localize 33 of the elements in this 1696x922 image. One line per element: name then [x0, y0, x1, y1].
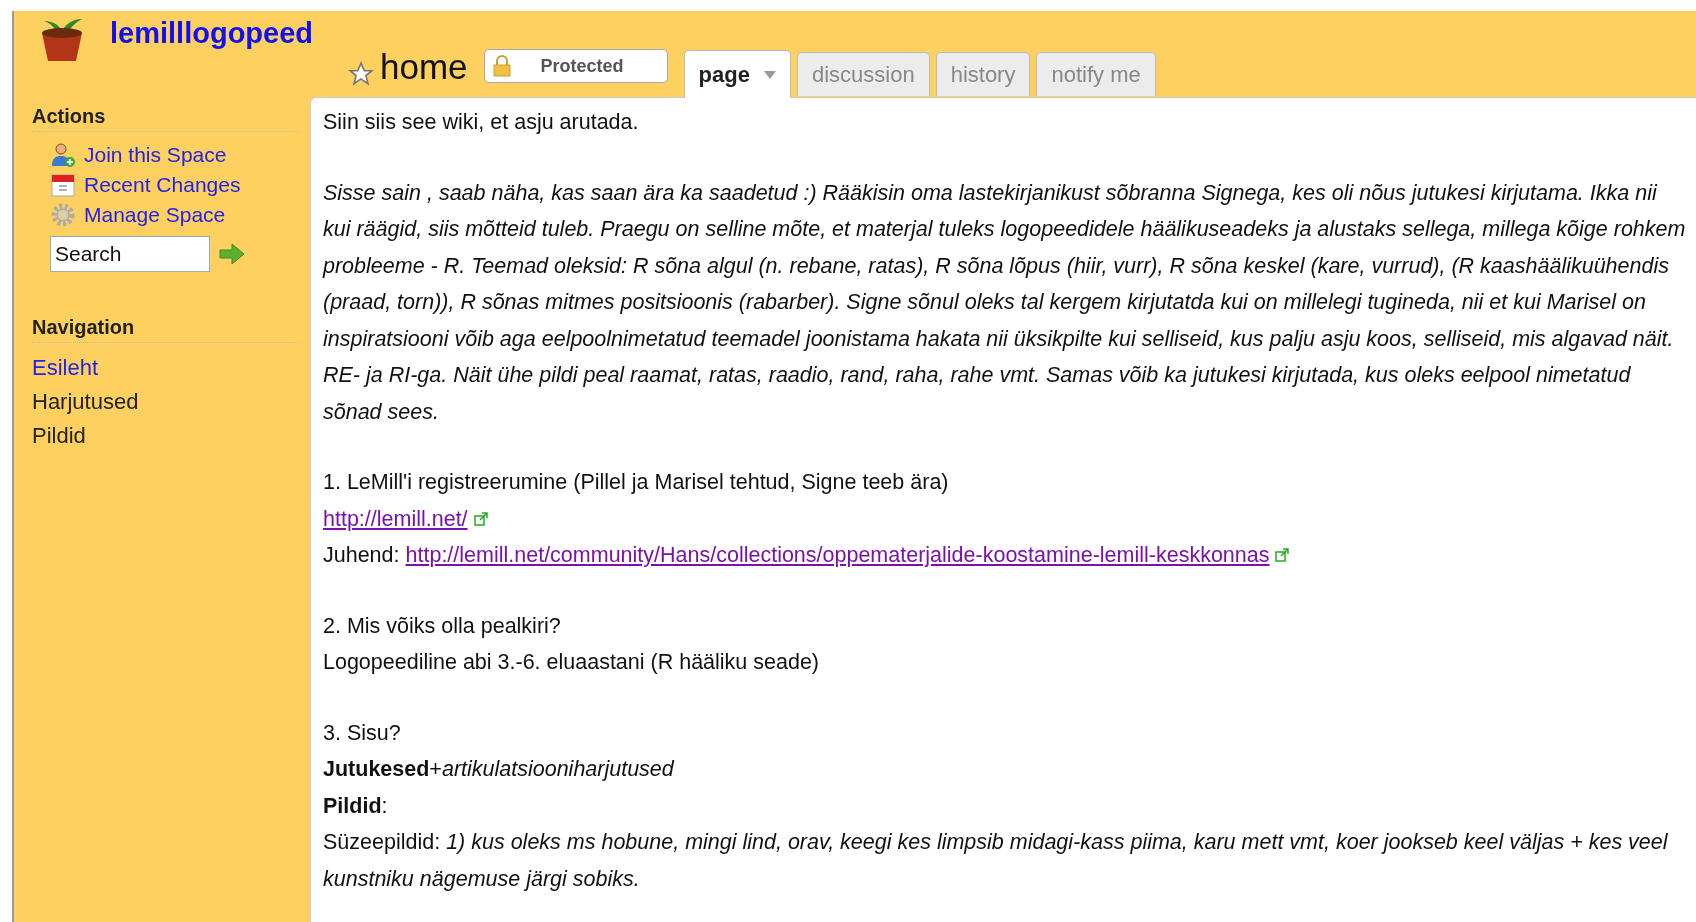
external-link-icon	[1275, 548, 1290, 563]
navigation-link[interactable]: Harjutused	[32, 385, 298, 419]
external-link[interactable]: http://lemill.net/community/Hans/collections/oppematerjalide-koostamine-lemill-keskkonnas	[405, 537, 1270, 574]
user-add-icon	[50, 142, 76, 168]
calendar-icon	[50, 172, 76, 198]
page-tab[interactable]: page	[683, 50, 791, 98]
navigation-link[interactable]: Esileht	[32, 351, 298, 385]
lock-icon	[492, 55, 511, 77]
star-icon[interactable]	[348, 61, 374, 87]
protection-label: Protected	[540, 55, 624, 77]
paragraph-text: Pildid:	[323, 792, 389, 820]
action-link[interactable]: Join this Space	[50, 140, 298, 170]
paragraph-text: Sisse sain , saab näha, kas saan ära ka saadetud :) Rääkisin oma lastekirjanikust sõbranna Signega, kes oli nõus jutukesi kirjutama. Ikka nii kui räägid, siis mõtteid tuleb. Praegu on selline mõte, et materjal tuleks logopeedidele häälikuseadeks ja alustaks sellega, millega kõige rohkem probleeme - R. Teemad oleksid: R sõna algul (n. rebane, ratas), R sõna lõpus (hiir, vurr), R sõna keskel (kare, vurrud), (R kaashäälikuühendis (praad, torn)), R sõnas mitmes positsioonis (rabarber). Signe sõnul oleks tal kergem kirjutatda kui on millelegi tugineda, nii et kui Marisel on inspiratsiooni võib aga eelpoolnimetatud teemadel joonistama hakata nii üksikpilte kui selliseid, kus palju asju koos, selliseid, mis algavad näit. RE- ja RI-ga. Näit ühe pildi peal raamat, ratas, raadio, rand, raha, rahe vmt. Samas võib ka jutukesi kirjutada, kus oleks eelpool nimetatud sõnad sees.	[323, 179, 1687, 426]
action-link[interactable]: Recent Changes	[50, 170, 298, 200]
paragraph-text: 3. Sisu?	[323, 719, 402, 747]
paragraph-text: Siin siis see wiki, et asju arutada.	[323, 109, 640, 136]
link-label: Juhend:	[323, 542, 400, 569]
external-link-icon	[473, 511, 488, 526]
external-link[interactable]: http://lemill.net/	[323, 500, 468, 537]
paragraph-text: 1. LeMill'i registreerumine (Pillel ja Marisel tehtud, Signe teeb ära)	[323, 469, 950, 496]
paragraph-text: Süzeepildid: 1) kus oleks ms hobune, mingi lind, orav, keegi kes limpsib midagi-kass piima, karu mett vmt, koer jookseb keel väljas + kes veel kunstniku nägemuse järgi sobiks.	[323, 829, 1669, 893]
search-field[interactable]: Search	[50, 236, 210, 272]
site-title[interactable]: lemilllogopeed	[110, 17, 314, 50]
page-title: home	[380, 47, 468, 87]
actions-heading: Actions	[32, 97, 298, 132]
paragraph-text: Jutukesed+artikulatsiooniharjutused	[323, 756, 676, 783]
action-link[interactable]: Manage Space	[50, 200, 298, 230]
go-arrow-icon[interactable]	[218, 242, 246, 266]
gear-icon	[50, 202, 76, 228]
navigation-link[interactable]: Pildid	[32, 419, 298, 453]
paragraph-text: 2. Mis võiks olla pealkiri?	[323, 612, 562, 640]
paragraph-text: Logopeediline abi 3.-6. eluaastani (R hääliku seade)	[323, 649, 821, 676]
navigation-heading: Navigation	[32, 308, 298, 343]
